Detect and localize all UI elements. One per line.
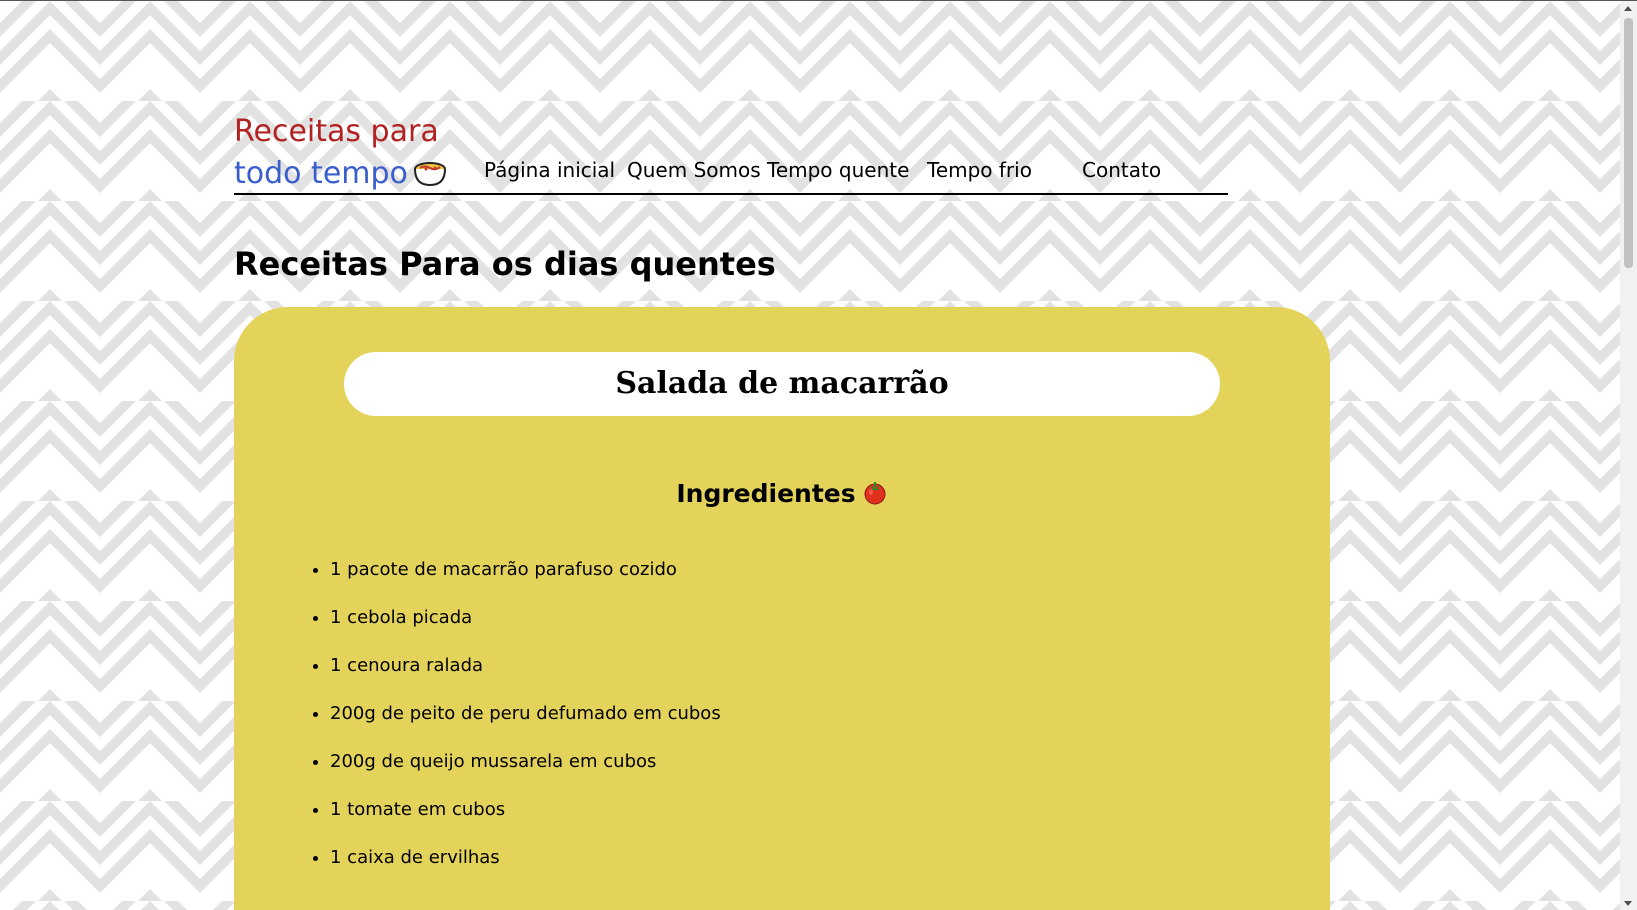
bowl-icon [412,157,448,199]
site-logo[interactable]: Receitas para todo tempo [234,111,448,199]
main-nav: Página inicial Quem Somos Tempo quente T… [484,158,1228,188]
ingredients-heading-text: Ingredientes [676,479,856,508]
ingredients-heading: Ingredientes [234,479,1330,511]
recipe-card: Salada de macarrão Ingredientes 1 pacote… [234,307,1330,910]
logo-line1: Receitas para [234,114,439,149]
scroll-up-arrow-icon[interactable] [1624,6,1632,11]
list-item: 1 cenoura ralada [330,651,721,699]
logo-line2: todo tempo [234,156,408,191]
site-header: Receitas para todo tempo Página inicial … [234,111,1228,195]
list-item: 1 cebola picada [330,603,721,651]
ingredients-list: 1 pacote de macarrão parafuso cozido 1 c… [296,555,721,891]
nav-item-tempo-frio[interactable]: Tempo frio [927,158,1032,182]
vertical-scrollbar[interactable] [1620,1,1637,910]
nav-item-quem-somos[interactable]: Quem Somos [627,158,761,182]
scrollbar-thumb[interactable] [1624,18,1633,268]
nav-item-tempo-quente[interactable]: Tempo quente [767,158,909,182]
recipe-name: Salada de macarrão [344,352,1220,416]
nav-item-contato[interactable]: Contato [1082,158,1161,182]
list-item: 1 tomate em cubos [330,795,721,843]
list-item: 200g de peito de peru defumado em cubos [330,699,721,747]
nav-item-pagina-inicial[interactable]: Página inicial [484,158,615,182]
scroll-down-arrow-icon[interactable] [1624,901,1632,906]
list-item: 200g de queijo mussarela em cubos [330,747,721,795]
page-title: Receitas Para os dias quentes [234,245,776,283]
list-item: 1 pacote de macarrão parafuso cozido [330,555,721,603]
tomato-icon [862,479,888,511]
list-item: 1 caixa de ervilhas [330,843,721,891]
